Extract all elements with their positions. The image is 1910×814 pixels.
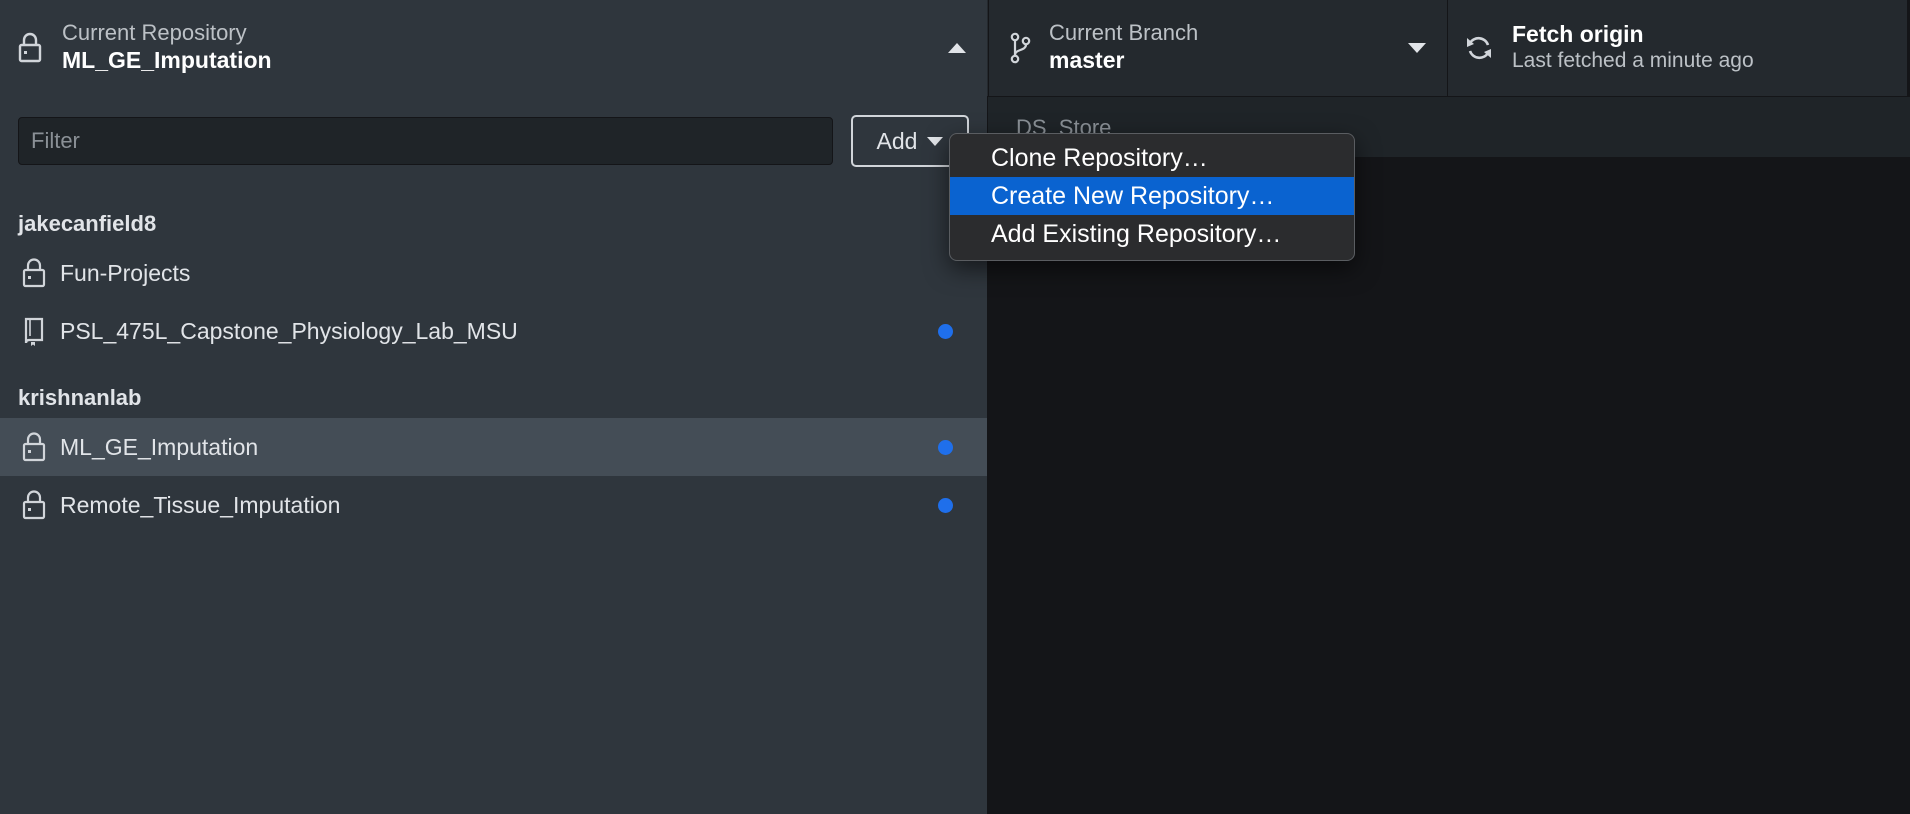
current-branch-text: Current Branch master <box>1049 20 1198 74</box>
repo-name: ML_GE_Imputation <box>60 433 259 460</box>
repo-name: PSL_475L_Capstone_Physiology_Lab_MSU <box>60 317 518 344</box>
menu-item-add-existing-repository[interactable]: Add Existing Repository… <box>950 215 1354 253</box>
current-branch-button[interactable]: Current Branch master <box>988 0 1446 97</box>
toolbar: Current Repository ML_GE_Imputation Curr… <box>0 0 1910 97</box>
sync-icon <box>1464 28 1494 68</box>
fetch-origin-title: Fetch origin <box>1512 21 1644 47</box>
menu-item-clone-repository[interactable]: Clone Repository… <box>950 139 1354 177</box>
lock-icon <box>20 487 48 523</box>
git-branch-icon <box>1005 28 1035 68</box>
lock-icon <box>20 429 48 465</box>
repo-book-icon <box>20 313 48 349</box>
repository-list-panel: Add jakecanfield8 Fun-Projects PSL_475L_… <box>0 97 987 814</box>
current-repository-button[interactable]: Current Repository ML_GE_Imputation <box>0 0 987 97</box>
add-button-label: Add <box>876 127 918 154</box>
group-header-jakecanfield8: jakecanfield8 <box>18 211 157 236</box>
current-branch-name: master <box>1049 47 1125 73</box>
repo-item-psl-475l-capstone[interactable]: PSL_475L_Capstone_Physiology_Lab_MSU <box>0 302 987 360</box>
group-header-krishnanlab: krishnanlab <box>18 385 142 410</box>
caret-down-icon <box>927 136 944 146</box>
fetch-origin-subtitle: Last fetched a minute ago <box>1512 49 1754 72</box>
repo-name: Remote_Tissue_Imputation <box>60 491 341 518</box>
current-repository-text: Current Repository ML_GE_Imputation <box>62 20 272 74</box>
repo-item-fun-projects[interactable]: Fun-Projects <box>0 244 987 302</box>
add-repository-menu: Clone Repository… Create New Repository…… <box>949 133 1355 261</box>
uncommitted-changes-dot <box>938 439 953 455</box>
uncommitted-changes-dot <box>938 497 953 513</box>
uncommitted-changes-dot <box>938 323 953 339</box>
filter-input[interactable] <box>18 117 833 165</box>
fetch-origin-button[interactable]: Fetch origin Last fetched a minute ago <box>1447 0 1907 97</box>
menu-item-create-new-repository[interactable]: Create New Repository… <box>950 177 1354 215</box>
repo-item-ml-ge-imputation[interactable]: ML_GE_Imputation <box>0 418 987 476</box>
repo-item-remote-tissue-imputation[interactable]: Remote_Tissue_Imputation <box>0 476 987 534</box>
lock-icon <box>20 255 48 291</box>
caret-down-icon <box>1402 28 1432 68</box>
current-branch-label: Current Branch <box>1049 20 1199 45</box>
current-repository-label: Current Repository <box>62 20 247 45</box>
current-repository-name: ML_GE_Imputation <box>62 47 272 73</box>
fetch-origin-text: Fetch origin Last fetched a minute ago <box>1512 20 1754 74</box>
chevron-up-icon <box>942 28 972 68</box>
repo-name: Fun-Projects <box>60 259 191 286</box>
lock-icon <box>15 28 45 68</box>
